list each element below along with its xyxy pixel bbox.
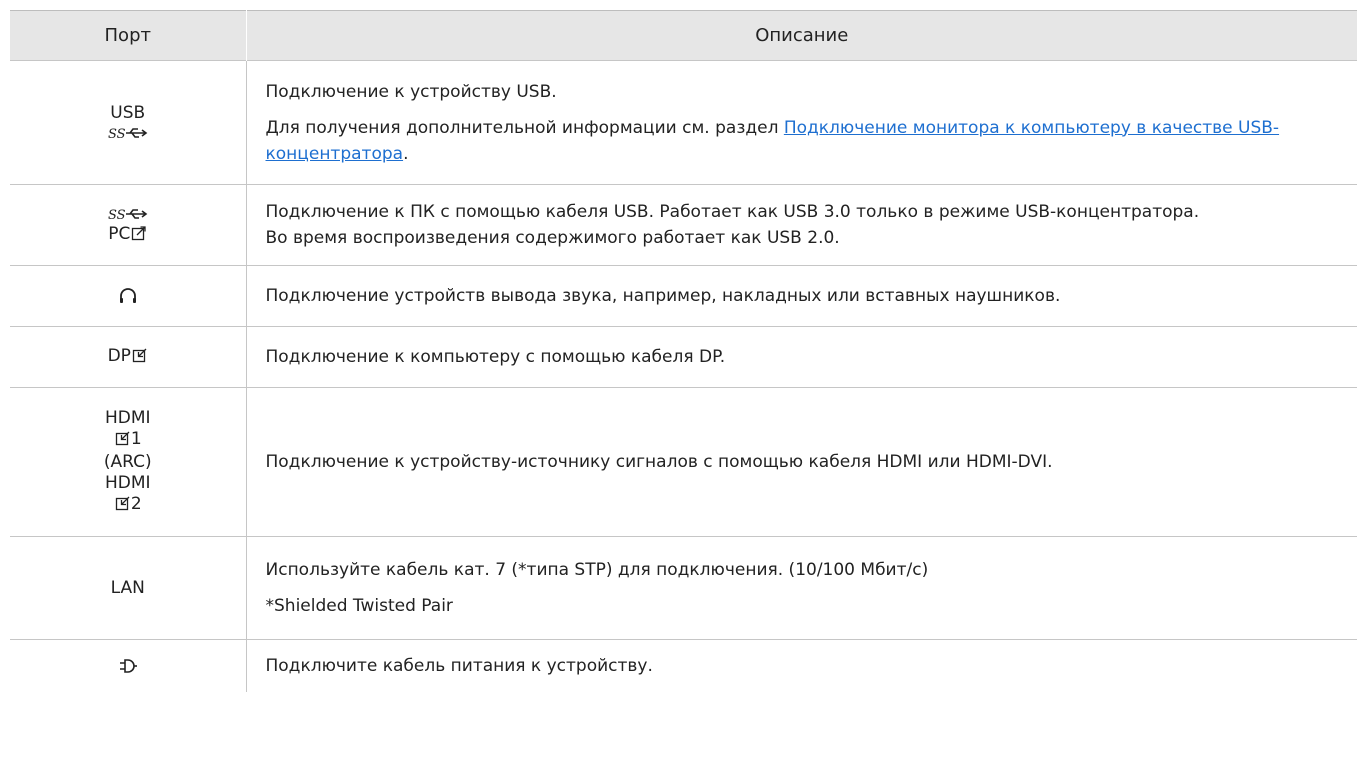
input-arrow-icon xyxy=(132,347,148,368)
output-arrow-icon xyxy=(131,225,147,246)
table-header-row: Порт Описание xyxy=(10,10,1357,61)
input-arrow-icon xyxy=(115,495,131,517)
port-cell-headphone xyxy=(10,265,247,327)
table-row-dp: DP Подключение к компьютеру с помощью ка… xyxy=(10,326,1357,388)
superspeed-usb-icon: SS xyxy=(10,123,246,143)
column-header-port: Порт xyxy=(10,10,247,61)
port-cell-usb: USB SS xyxy=(10,60,247,185)
description-text: Подключение к компьютеру с помощью кабел… xyxy=(265,347,726,367)
description-text: Подключите кабель питания к устройству. xyxy=(265,655,653,676)
description-cell-hdmi: Подключение к устройству-источнику сигна… xyxy=(246,387,1357,537)
table-row-usb-pc: SS PC Подключение к ПК с помощью кабеля … xyxy=(10,184,1357,266)
description-cell-lan: Используйте кабель кат. 7 (*типа STP) дл… xyxy=(246,536,1357,640)
description-suffix: . xyxy=(403,143,409,164)
hdmi1-number: 1 xyxy=(130,428,142,449)
ports-table: Порт Описание USB SS Подключение к устро… xyxy=(10,10,1357,692)
power-plug-icon xyxy=(119,656,137,676)
description-prefix: Для получения дополнительной информации … xyxy=(265,117,784,138)
column-header-description: Описание xyxy=(246,10,1357,61)
description-cell-usb-pc: Подключение к ПК с помощью кабеля USB. Р… xyxy=(246,184,1357,266)
port-label-pc-text: PC xyxy=(108,224,131,244)
port-label-usb: USB xyxy=(110,102,146,123)
description-cell-power: Подключите кабель питания к устройству. xyxy=(246,639,1357,692)
port-cell-dp: DP xyxy=(10,326,247,388)
port-label-hdmi2-number: 2 xyxy=(10,494,246,517)
svg-text:SS: SS xyxy=(108,127,126,141)
description-cell-headphone: Подключение устройств вывода звука, напр… xyxy=(246,265,1357,327)
superspeed-usb-icon: SS xyxy=(10,204,246,224)
port-label-hdmi1: HDMI xyxy=(104,407,151,428)
description-text: Используйте кабель кат. 7 (*типа STP) дл… xyxy=(265,560,929,580)
port-cell-hdmi: HDMI 1 (ARC) HDMI 2 xyxy=(10,387,247,537)
table-row-power: Подключите кабель питания к устройству. xyxy=(10,639,1357,692)
description-text: Подключение к устройству-источнику сигна… xyxy=(265,452,1053,472)
port-label-arc: (ARC) xyxy=(103,451,152,472)
port-cell-usb-pc: SS PC xyxy=(10,184,247,266)
hdmi2-number: 2 xyxy=(130,493,142,514)
description-text: Подключение к устройству USB. xyxy=(265,81,557,102)
port-label-pc: PC xyxy=(10,224,246,246)
table-row-usb: USB SS Подключение к устройству USB. Для… xyxy=(10,60,1357,185)
port-label-hdmi2: HDMI xyxy=(104,472,151,493)
description-cell-dp: Подключение к компьютеру с помощью кабел… xyxy=(246,326,1357,388)
table-row-lan: LAN Используйте кабель кат. 7 (*типа STP… xyxy=(10,536,1357,640)
port-label-dp: DP xyxy=(107,346,131,366)
port-label-lan: LAN xyxy=(110,578,145,598)
description-cell-usb: Подключение к устройству USB. Для получе… xyxy=(246,60,1357,185)
table-row-headphone: Подключение устройств вывода звука, напр… xyxy=(10,265,1357,327)
description-text: Во время воспроизведения содержимого раб… xyxy=(265,228,840,248)
description-text: Подключение устройств вывода звука, напр… xyxy=(265,286,1061,306)
description-text: *Shielded Twisted Pair xyxy=(265,596,453,616)
table-row-hdmi: HDMI 1 (ARC) HDMI 2 Подключение к устрой… xyxy=(10,387,1357,537)
port-cell-lan: LAN xyxy=(10,536,247,640)
port-label-hdmi1-number: 1 xyxy=(10,429,246,452)
port-cell-power xyxy=(10,639,247,692)
description-text: Подключение к ПК с помощью кабеля USB. Р… xyxy=(265,202,1200,222)
input-arrow-icon xyxy=(115,430,131,452)
svg-text:SS: SS xyxy=(108,208,126,222)
headphone-icon xyxy=(118,286,138,306)
description-text: Для получения дополнительной информации … xyxy=(266,115,1354,167)
